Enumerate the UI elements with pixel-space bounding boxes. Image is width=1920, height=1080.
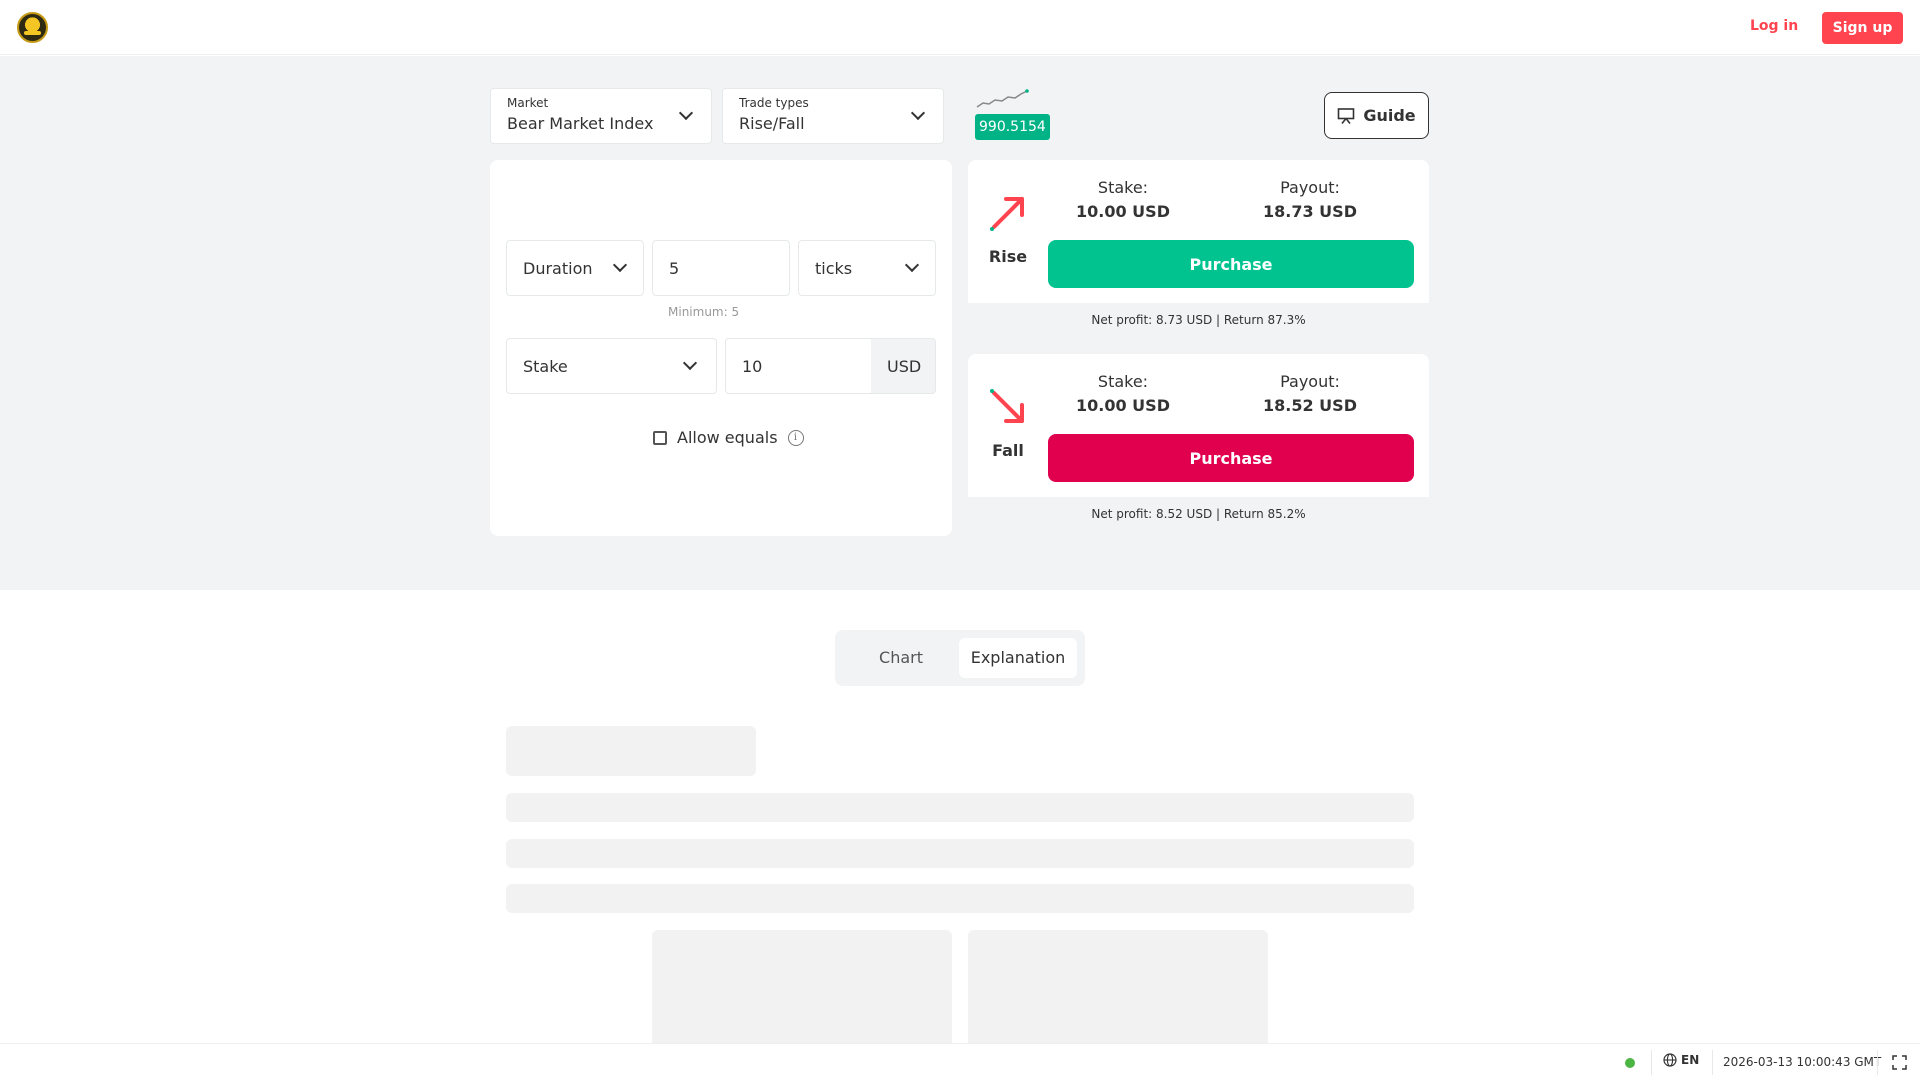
connection-status-icon — [1625, 1058, 1635, 1068]
stake-value: 10 — [742, 357, 763, 376]
trade-type-value: Rise/Fall — [739, 114, 805, 133]
duration-unit-select[interactable]: ticks — [798, 240, 936, 296]
market-selector[interactable]: Market Bear Market Index — [490, 88, 712, 144]
fall-stake-label: Stake: — [1097, 372, 1149, 391]
fall-payout-label: Payout: — [1280, 372, 1340, 391]
fall-label: Fall — [992, 441, 1024, 460]
tab-chart[interactable]: Chart — [843, 638, 959, 678]
chevron-down-icon — [910, 105, 926, 121]
signup-button[interactable]: Sign up — [1822, 12, 1903, 44]
fall-stake-value: 10.00 USD — [1076, 396, 1170, 415]
rise-purchase-button[interactable]: Purchase — [1048, 240, 1414, 288]
market-label: Market — [507, 96, 549, 110]
footer-divider — [1712, 1050, 1713, 1075]
globe-icon — [1663, 1053, 1677, 1067]
rise-label: Rise — [988, 247, 1028, 266]
skeleton-title — [506, 726, 756, 776]
trade-area: Market Bear Market Index Trade types Ris… — [0, 56, 1920, 590]
duration-type-select[interactable]: Duration — [506, 240, 644, 296]
status-footer: EN 2026-03-13 10:00:43 GMT — [0, 1043, 1920, 1080]
fall-purchase-button[interactable]: Purchase — [1048, 434, 1414, 482]
trade-type-label: Trade types — [739, 96, 809, 110]
allow-equals-label: Allow equals — [677, 428, 778, 447]
duration-unit-value: ticks — [815, 259, 853, 278]
duration-minimum-note: Minimum: 5 — [668, 305, 740, 319]
rise-payout-label: Payout: — [1280, 178, 1340, 197]
chevron-down-icon — [682, 355, 698, 371]
language-code: EN — [1681, 1053, 1700, 1067]
top-header: Log in Sign up — [0, 0, 1920, 55]
duration-input[interactable]: 5 — [652, 240, 790, 296]
rise-contract-card: Rise Stake: 10.00 USD Payout: 18.73 USD … — [968, 160, 1429, 337]
skeleton-line — [506, 793, 1414, 822]
skeleton-block — [968, 930, 1268, 1043]
login-button[interactable]: Log in — [1750, 18, 1798, 34]
fall-contract-card: Fall Stake: 10.00 USD Payout: 18.52 USD … — [968, 354, 1429, 531]
currency-label: USD — [871, 338, 936, 394]
trade-type-selector[interactable]: Trade types Rise/Fall — [722, 88, 944, 144]
chevron-down-icon — [678, 105, 694, 121]
trade-params-panel: Duration 5 ticks Minimum: 5 Stake 10 USD… — [490, 160, 952, 536]
rise-profit-info: Net profit: 8.73 USD | Return 87.3% — [968, 303, 1429, 337]
allow-equals-checkbox[interactable] — [653, 430, 667, 445]
market-value: Bear Market Index — [507, 114, 654, 133]
allow-equals-row: Allow equals i — [653, 428, 804, 447]
fall-arrow-icon — [990, 389, 1024, 423]
price-sparkline — [976, 89, 1029, 108]
guide-label: Guide — [1363, 106, 1416, 125]
fall-profit-info: Net profit: 8.52 USD | Return 85.2% — [968, 497, 1429, 531]
fullscreen-icon[interactable] — [1892, 1055, 1907, 1070]
rise-payout-value: 18.73 USD — [1263, 202, 1357, 221]
language-selector[interactable]: EN — [1663, 1053, 1699, 1067]
current-price-badge: 990.5154 — [975, 114, 1050, 140]
info-icon[interactable]: i — [787, 429, 804, 446]
rise-stake-label: Stake: — [1097, 178, 1149, 197]
brand-logo[interactable] — [17, 12, 48, 43]
chevron-down-icon — [904, 257, 920, 273]
duration-type-value: Duration — [523, 259, 593, 278]
chevron-down-icon — [612, 257, 628, 273]
currency-text: USD — [887, 357, 922, 376]
stake-input[interactable]: 10 — [725, 338, 872, 394]
view-tabs: Chart Explanation — [835, 630, 1085, 686]
rise-arrow-icon — [990, 197, 1024, 231]
rise-stake-value: 10.00 USD — [1076, 202, 1170, 221]
skeleton-line — [506, 884, 1414, 913]
amount-type-select[interactable]: Stake — [506, 338, 717, 394]
fall-payout-value: 18.52 USD — [1263, 396, 1357, 415]
presentation-icon — [1338, 107, 1355, 124]
guide-button[interactable]: Guide — [1324, 92, 1429, 139]
footer-divider — [1877, 1050, 1878, 1075]
tab-explanation[interactable]: Explanation — [959, 638, 1077, 678]
amount-type-value: Stake — [523, 357, 568, 376]
skeleton-line — [506, 839, 1414, 868]
server-time: 2026-03-13 10:00:43 GMT — [1723, 1055, 1882, 1069]
skeleton-block — [652, 930, 952, 1043]
footer-divider — [1651, 1050, 1652, 1075]
duration-value: 5 — [669, 259, 680, 278]
